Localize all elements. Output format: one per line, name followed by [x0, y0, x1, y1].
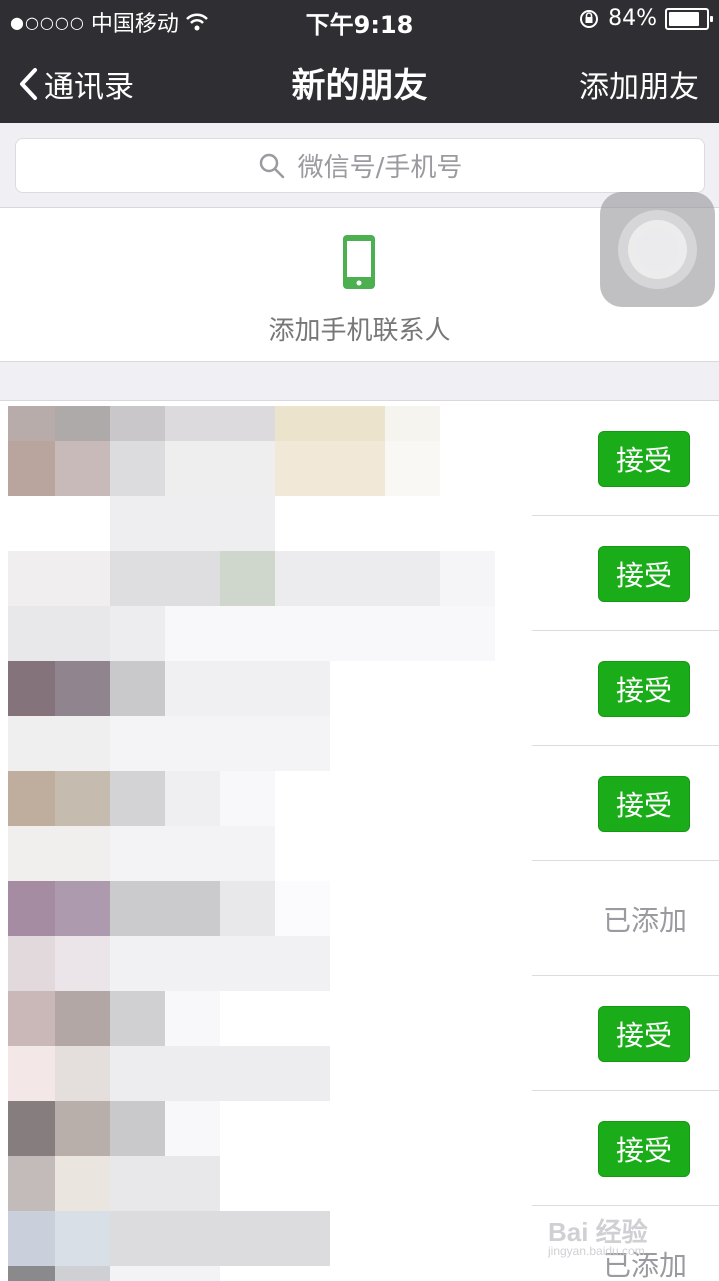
phone-icon: [343, 235, 375, 289]
search-input[interactable]: 微信号/手机号: [15, 138, 705, 193]
search-placeholder: 微信号/手机号: [297, 153, 463, 183]
battery-cap: [710, 15, 713, 22]
accept-button[interactable]: 接受: [598, 661, 690, 717]
request-row[interactable]: 已添加: [0, 861, 719, 976]
status-bar: ●○○○○ 中国移动 下午9:18 84%: [0, 0, 719, 40]
request-row[interactable]: 接受: [0, 976, 719, 1091]
battery-fill: [669, 11, 699, 26]
battery-icon: [665, 7, 713, 30]
assistive-touch-button[interactable]: [600, 192, 715, 307]
rotation-lock-icon: [580, 9, 599, 28]
status-right: 84%: [578, 6, 713, 31]
battery-percent: 84%: [608, 6, 657, 31]
add-friend-button[interactable]: 添加朋友: [579, 62, 699, 106]
assistive-ring-inner: [636, 228, 679, 271]
request-row[interactable]: 接受: [0, 1091, 719, 1206]
accept-button[interactable]: 接受: [598, 776, 690, 832]
friend-request-list: 接受 接受 接受 接受 已添加 接受 接受 已添加: [0, 400, 719, 1281]
request-row[interactable]: 接受: [0, 746, 719, 861]
add-contacts-label: 添加手机联系人: [268, 316, 451, 346]
accept-button[interactable]: 接受: [598, 1006, 690, 1062]
watermark-subtext: jingyan.baidu.com: [548, 1244, 645, 1258]
nav-bar: 通讯录 新的朋友 添加朋友: [0, 40, 719, 123]
accept-button[interactable]: 接受: [598, 431, 690, 487]
added-status: 已添加: [602, 904, 687, 937]
search-icon: [259, 153, 284, 178]
accept-button[interactable]: 接受: [598, 546, 690, 602]
request-row[interactable]: 接受: [0, 631, 719, 746]
accept-button[interactable]: 接受: [598, 1121, 690, 1177]
watermark-text: Bai 经验: [548, 1217, 648, 1247]
request-row[interactable]: 接受: [0, 401, 719, 516]
watermark: Bai 经验 jingyan.baidu.com: [548, 1212, 688, 1262]
request-row[interactable]: 接受: [0, 516, 719, 631]
